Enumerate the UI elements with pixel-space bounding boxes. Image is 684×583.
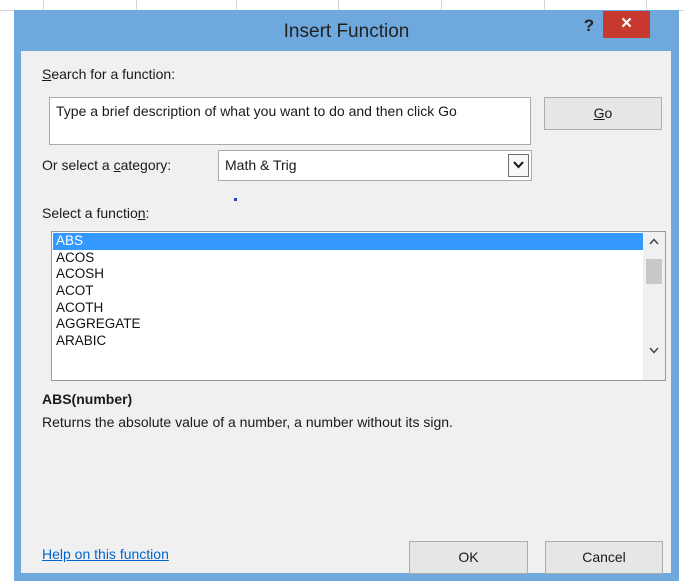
function-description: Returns the absolute value of a number, … [42,414,453,430]
grid-line [441,0,442,10]
help-on-function-link[interactable]: Help on this function [42,546,169,562]
grid-line [43,0,44,10]
function-item-acoth[interactable]: ACOTH [53,300,643,317]
category-label: Or select a category: [42,157,171,173]
search-label-accel: S [42,66,52,82]
search-label-text: earch for a function: [51,66,176,82]
scroll-down-glyph [649,347,659,354]
function-signature: ABS(number) [42,391,133,407]
cancel-button[interactable]: Cancel [545,541,663,574]
function-list-label-pre: Select a functio [42,205,138,221]
grid-line [544,0,545,10]
scroll-thumb[interactable] [646,259,662,284]
function-listbox[interactable]: ABS ACOS ACOSH ACOT ACOTH AGGREGATE ARAB… [51,231,666,381]
help-question-icon[interactable]: ? [578,13,600,39]
category-label-pre: Or select a [42,157,114,173]
function-item-abs[interactable]: ABS [53,233,643,250]
ok-button[interactable]: OK [409,541,528,574]
title-bar[interactable]: Insert Function ? × [14,10,679,51]
grid-line [136,0,137,10]
grid-line [236,0,237,10]
search-label: Search for a function: [42,66,175,82]
function-item-acosh[interactable]: ACOSH [53,266,643,283]
function-list-label-accel: n [137,205,146,221]
go-button-accel: G [593,105,605,121]
function-item-acos[interactable]: ACOS [53,250,643,267]
insert-function-dialog: Insert Function ? × Search for a functio… [14,10,679,581]
go-button[interactable]: Go [544,97,662,130]
function-list-items: ABS ACOS ACOSH ACOT ACOTH AGGREGATE ARAB… [53,233,643,350]
category-label-post: ategory: [120,157,172,173]
stray-dot [234,198,237,201]
close-icon[interactable]: × [603,11,650,38]
category-select-value: Math & Trig [225,157,297,173]
grid-line [646,0,647,10]
scroll-down-icon[interactable] [643,342,665,360]
chevron-down-glyph [513,161,524,169]
function-item-acot[interactable]: ACOT [53,283,643,300]
category-select[interactable]: Math & Trig [218,150,532,181]
category-label-accel: c [113,157,121,173]
search-input[interactable]: Type a brief description of what you wan… [49,97,531,145]
function-list-scrollbar[interactable] [643,232,665,380]
function-list-label-post: : [145,205,150,221]
function-item-arabic[interactable]: ARABIC [53,333,643,350]
go-button-text: o [604,105,613,121]
function-item-aggregate[interactable]: AGGREGATE [53,316,643,333]
grid-line [338,0,339,10]
chevron-down-icon[interactable] [508,154,529,177]
function-list-label: Select a function: [42,205,149,221]
dialog-body: Search for a function: Type a brief desc… [21,51,671,574]
scroll-up-glyph [649,238,659,245]
scroll-up-icon[interactable] [643,233,665,251]
